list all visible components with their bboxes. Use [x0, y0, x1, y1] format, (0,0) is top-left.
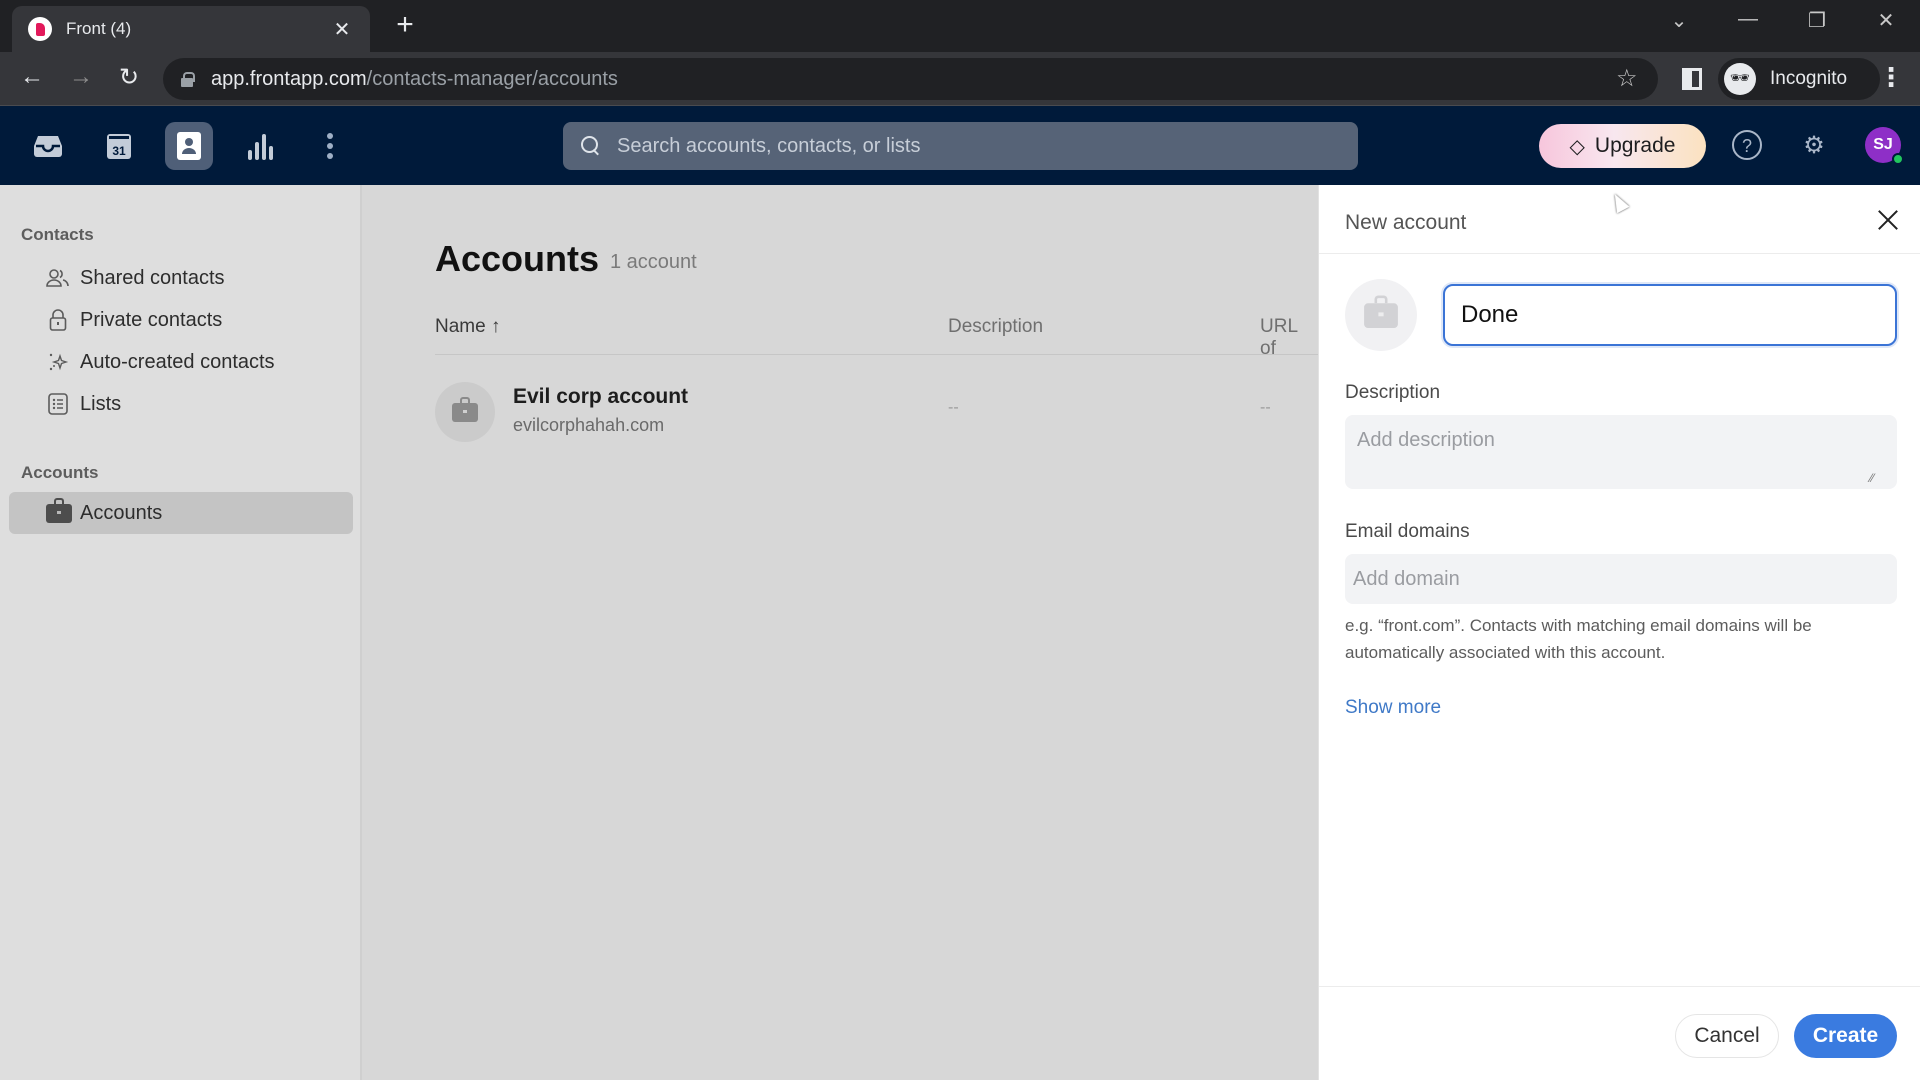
- reload-button[interactable]: ↻: [113, 63, 145, 92]
- new-tab-button[interactable]: +: [390, 10, 420, 40]
- users-icon: [46, 266, 70, 290]
- settings-gear-icon[interactable]: ⚙: [1798, 130, 1830, 162]
- address-bar[interactable]: app.frontapp.com/contacts-manager/accoun…: [163, 58, 1658, 100]
- lock-icon: [46, 308, 70, 332]
- close-icon[interactable]: [1871, 203, 1905, 237]
- column-header-description[interactable]: Description: [948, 316, 1043, 338]
- description-label: Description: [1345, 382, 1441, 403]
- sidebar-item-auto-created-contacts[interactable]: Auto-created contacts: [9, 341, 353, 383]
- sidebar-item-private-contacts[interactable]: Private contacts: [9, 299, 353, 341]
- contacts-nav-button[interactable]: [165, 122, 213, 170]
- avatar-initials: SJ: [1873, 136, 1893, 153]
- account-url: --: [1260, 399, 1271, 416]
- table-header-divider: [435, 354, 1318, 355]
- cancel-button[interactable]: Cancel: [1675, 1014, 1779, 1058]
- accounts-main: Accounts 1 account Name ↑ Description UR…: [362, 185, 1318, 1080]
- account-domain: evilcorphahah.com: [513, 415, 665, 435]
- upgrade-button[interactable]: ◇ Upgrade: [1539, 124, 1706, 168]
- create-button[interactable]: Create: [1794, 1014, 1897, 1058]
- list-icon: [46, 392, 70, 416]
- url-path: /contacts-manager/accounts: [366, 67, 618, 90]
- sidebar-item-shared-contacts[interactable]: Shared contacts: [9, 257, 353, 299]
- tab-title: Front (4): [66, 19, 132, 38]
- tab-search-chevron-icon[interactable]: ⌄: [1659, 8, 1699, 33]
- briefcase-icon: [1364, 295, 1398, 328]
- calendar-nav-button[interactable]: 31: [95, 122, 143, 170]
- incognito-icon: 🕶: [1724, 63, 1756, 95]
- lock-icon: [181, 72, 195, 87]
- online-status-dot: [1892, 153, 1904, 165]
- upgrade-label: Upgrade: [1594, 134, 1676, 157]
- restore-button[interactable]: ❐: [1797, 8, 1837, 33]
- sidebar-item-label: Shared contacts: [80, 266, 225, 289]
- help-icon[interactable]: ?: [1732, 130, 1762, 160]
- tab-close-icon[interactable]: ✕: [330, 17, 354, 42]
- account-avatar: [435, 382, 495, 442]
- contacts-icon: [177, 132, 201, 160]
- calendar-icon: 31: [107, 134, 131, 159]
- sidebar-item-label: Accounts: [80, 501, 163, 524]
- briefcase-icon: [46, 498, 72, 525]
- inbox-icon: [34, 136, 62, 157]
- sidebar-heading-contacts: Contacts: [21, 225, 94, 244]
- more-nav-button[interactable]: [306, 122, 354, 170]
- forward-button[interactable]: →: [65, 63, 97, 91]
- account-count: 1 account: [610, 251, 697, 273]
- briefcase-icon: [452, 397, 478, 422]
- new-account-drawer: New account Description ⁄⁄ Email domains…: [1318, 185, 1920, 1080]
- sidebar-heading-accounts: Accounts: [21, 463, 99, 482]
- close-window-button[interactable]: ✕: [1866, 8, 1906, 33]
- bookmark-star-icon[interactable]: ☆: [1616, 64, 1638, 93]
- user-avatar[interactable]: SJ: [1865, 127, 1904, 165]
- account-name[interactable]: Evil corp account: [513, 385, 688, 409]
- front-favicon-icon: [28, 17, 52, 41]
- diamond-icon: ◇: [1569, 135, 1585, 158]
- app-header: 31 ◇ Upgrade ? ⚙ SJ: [0, 106, 1920, 185]
- sidebar-item-label: Lists: [80, 392, 122, 415]
- browser-tab-bar: Front (4) ✕ + ⌄ — ❐ ✕: [0, 0, 1920, 52]
- analytics-nav-button[interactable]: [236, 122, 284, 170]
- account-avatar-upload[interactable]: [1345, 279, 1417, 351]
- email-domain-input[interactable]: [1345, 554, 1897, 604]
- minimize-button[interactable]: —: [1728, 8, 1768, 31]
- incognito-profile-button[interactable]: 🕶 Incognito: [1718, 58, 1880, 100]
- column-header-name[interactable]: Name ↑: [435, 316, 500, 338]
- sidebar-item-label: Auto-created contacts: [80, 350, 275, 373]
- resize-handle-icon[interactable]: ⁄⁄: [1870, 471, 1884, 485]
- more-icon: [327, 133, 333, 159]
- drawer-footer-divider: [1319, 986, 1920, 987]
- sparkle-icon: [46, 350, 70, 374]
- contacts-sidebar: Contacts Shared contacts Private contact…: [0, 185, 362, 1080]
- show-more-link[interactable]: Show more: [1345, 697, 1441, 719]
- url-host: app.frontapp.com: [211, 67, 367, 90]
- page-title: Accounts: [435, 238, 600, 279]
- side-panel-icon[interactable]: [1682, 68, 1702, 90]
- description-textarea[interactable]: [1345, 415, 1897, 489]
- search-icon: [581, 136, 601, 156]
- browser-tab[interactable]: Front (4) ✕: [12, 6, 370, 52]
- global-search[interactable]: [563, 122, 1358, 170]
- sidebar-item-label: Private contacts: [80, 308, 223, 331]
- email-domains-label: Email domains: [1345, 521, 1470, 542]
- incognito-label: Incognito: [1770, 68, 1848, 89]
- search-input[interactable]: [617, 134, 1317, 158]
- drawer-header-divider: [1319, 253, 1920, 254]
- drawer-title: New account: [1345, 211, 1467, 234]
- inbox-nav-button[interactable]: [24, 122, 72, 170]
- account-name-input[interactable]: [1443, 284, 1897, 346]
- analytics-icon: [248, 134, 273, 160]
- browser-menu-icon[interactable]: ⋮: [1878, 62, 1904, 93]
- sidebar-item-accounts[interactable]: Accounts: [9, 492, 353, 534]
- back-button[interactable]: ←: [16, 63, 48, 91]
- calendar-day: 31: [112, 144, 126, 158]
- sidebar-item-lists[interactable]: Lists: [9, 383, 353, 425]
- email-domains-hint: e.g. “front.com”. Contacts with matching…: [1345, 616, 1812, 662]
- browser-toolbar: ← → ↻ app.frontapp.com/contacts-manager/…: [0, 52, 1920, 106]
- account-description: --: [948, 399, 959, 416]
